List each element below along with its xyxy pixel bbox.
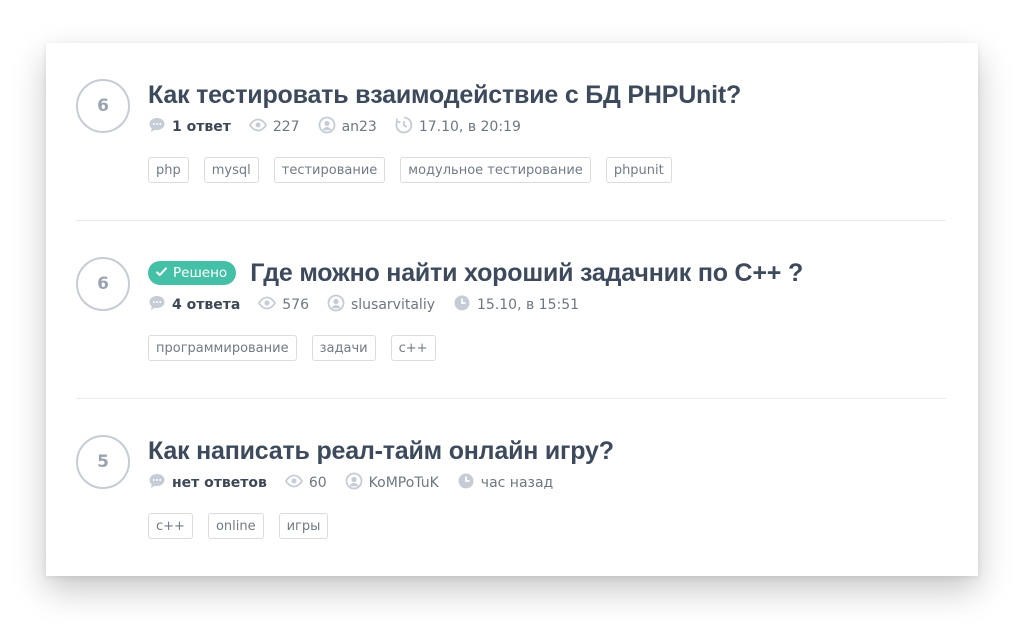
author-name: slusarvitaliy <box>351 297 435 313</box>
date: 17.10, в 20:19 <box>395 116 521 138</box>
eye-icon <box>284 472 309 494</box>
views-label: 60 <box>308 475 327 491</box>
date-label: 15.10, в 15:51 <box>477 297 580 313</box>
tag[interactable]: игры <box>278 513 329 539</box>
answers-label: нет ответов <box>172 475 267 491</box>
date-label: 17.10, в 20:19 <box>418 119 521 135</box>
views-label: 227 <box>272 119 300 135</box>
date: 15.10, в 15:51 <box>453 294 579 316</box>
divider <box>76 398 946 399</box>
solved-label: Решено <box>173 265 228 281</box>
tag[interactable]: c++ <box>390 335 436 361</box>
subscribers-counter: 6 <box>76 257 130 311</box>
answers-label: 1 ответ <box>172 119 231 135</box>
comment-icon <box>148 116 172 138</box>
eye-icon <box>248 116 273 138</box>
date: час назад <box>457 472 553 494</box>
tag[interactable]: php <box>148 157 189 183</box>
question-title-row: Как написать реал-тайм онлайн игру? <box>148 431 938 471</box>
views-label: 576 <box>282 297 309 313</box>
views-count: 227 <box>248 116 300 138</box>
question-content: Решено Где можно найти хороший задачник … <box>148 253 938 361</box>
user-icon <box>345 472 369 494</box>
user-icon <box>318 116 342 138</box>
author[interactable]: KoMPoTuK <box>345 472 439 494</box>
author[interactable]: slusarvitaliy <box>327 294 435 316</box>
question-meta: 1 ответ 227 an23 17.10, в 20:19 <box>148 115 938 139</box>
question-title-row: Как тестировать взаимодействие с БД PHPU… <box>148 75 938 115</box>
solved-badge: Решено <box>148 261 237 285</box>
author-name: KoMPoTuK <box>368 475 439 491</box>
answers-count[interactable]: нет ответов <box>148 472 267 494</box>
divider <box>76 220 946 221</box>
author-name: an23 <box>341 119 377 135</box>
comment-icon <box>148 294 172 316</box>
tag[interactable]: программирование <box>148 335 297 361</box>
clock-icon <box>395 116 419 138</box>
subscribers-counter: 5 <box>76 435 130 489</box>
answers-count[interactable]: 1 ответ <box>148 116 231 138</box>
question-content: Как тестировать взаимодействие с БД PHPU… <box>148 75 938 183</box>
eye-icon <box>258 294 282 316</box>
check-icon <box>155 265 168 282</box>
views-count: 576 <box>258 294 309 316</box>
tag-list: программирование задачи c++ <box>148 335 938 361</box>
tag[interactable]: модульное тестирование <box>400 157 591 183</box>
question-meta: нет ответов 60 KoMPoTuK час назад <box>148 471 938 495</box>
question-content: Как написать реал-тайм онлайн игру? нет … <box>148 431 938 539</box>
question-title-link[interactable]: Как тестировать взаимодействие с БД PHPU… <box>148 81 741 110</box>
tag[interactable]: c++ <box>148 513 193 539</box>
tag[interactable]: phpunit <box>605 157 672 183</box>
answers-count[interactable]: 4 ответа <box>148 294 240 316</box>
question-meta: 4 ответа 576 slusarvitaliy 15.10, в 15:5… <box>148 293 938 317</box>
tag-list: c++ online игры <box>148 513 938 539</box>
question-title-row: Решено Где можно найти хороший задачник … <box>148 253 938 293</box>
question-title-link[interactable]: Как написать реал-тайм онлайн игру? <box>148 437 614 466</box>
tag[interactable]: online <box>207 513 264 539</box>
subscribers-counter: 6 <box>76 79 130 133</box>
user-icon <box>327 294 351 316</box>
questions-card: 6 Как тестировать взаимодействие с БД PH… <box>46 43 978 576</box>
date-label: час назад <box>480 475 554 491</box>
tag[interactable]: задачи <box>311 335 376 361</box>
tag[interactable]: mysql <box>203 157 259 183</box>
clock-icon <box>457 472 481 494</box>
question-title-link[interactable]: Где можно найти хороший задачник по C++ … <box>250 259 803 288</box>
author[interactable]: an23 <box>318 116 377 138</box>
comment-icon <box>148 472 172 494</box>
tag-list: php mysql тестирование модульное тестиро… <box>148 157 938 183</box>
clock-icon <box>453 294 477 316</box>
views-count: 60 <box>284 472 327 494</box>
tag[interactable]: тестирование <box>273 157 386 183</box>
answers-label: 4 ответа <box>172 297 241 313</box>
